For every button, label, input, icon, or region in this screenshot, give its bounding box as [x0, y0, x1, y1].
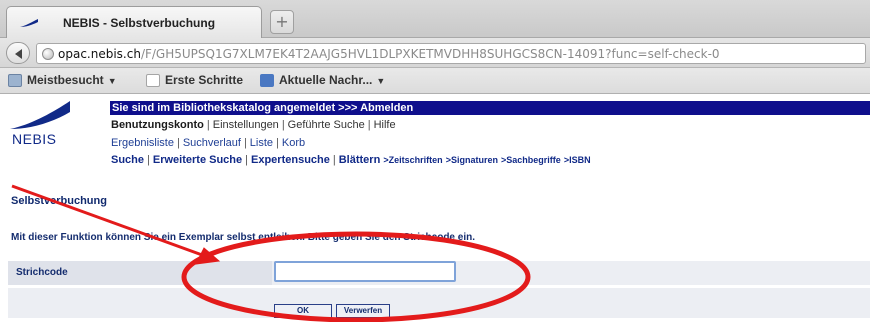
url-host: opac.nebis.ch: [58, 47, 141, 61]
menu-suchverlauf[interactable]: Suchverlauf: [183, 137, 241, 149]
new-tab-button[interactable]: +: [270, 10, 294, 34]
ok-button[interactable]: OK: [274, 304, 332, 318]
cancel-button[interactable]: Verwerfen: [336, 304, 390, 318]
menu-blaettern[interactable]: Blättern: [339, 154, 381, 166]
menu-liste[interactable]: Liste: [250, 137, 273, 149]
menu-benutzungskonto[interactable]: Benutzungskonto: [111, 119, 204, 131]
results-menu: Ergebnisliste | Suchverlauf | Liste | Korb: [111, 137, 306, 149]
page-title: Selbstverbuchung: [11, 195, 107, 207]
search-menu: Suche | Erweiterte Suche | Expertensuche | Blä…: [111, 154, 591, 166]
menu-gefuehrte-suche[interactable]: Geführte Suche: [288, 119, 365, 131]
browser-tabstrip: NEBIS - Selbstverbuchung +: [0, 0, 870, 38]
chevron-down-icon: ▼: [107, 76, 117, 86]
bookmark-label: Erste Schritte: [165, 73, 244, 87]
nebis-logo-icon: [10, 101, 70, 129]
barcode-input[interactable]: [274, 261, 456, 282]
bookmarks-bar: Meistbesucht ▼ Erste Schritte Aktuelle Na…: [0, 68, 870, 94]
tab-title: NEBIS - Selbstverbuchung: [63, 16, 216, 30]
folder-icon: [8, 74, 22, 87]
back-button[interactable]: [6, 42, 30, 64]
login-notice[interactable]: Sie sind im Bibliothekskatalog angemelde…: [110, 101, 870, 115]
menu-einstellungen[interactable]: Einstellungen: [213, 119, 279, 131]
nebis-favicon-icon: [20, 19, 38, 27]
browse-isbn[interactable]: >ISBN: [564, 155, 591, 165]
feed-icon: [260, 74, 274, 87]
page-content: NEBIS Sie sind im Bibliothekskatalog ang…: [0, 95, 870, 322]
back-arrow-icon: [15, 49, 22, 59]
menu-expertensuche[interactable]: Expertensuche: [251, 154, 330, 166]
menu-erweiterte-suche[interactable]: Erweiterte Suche: [153, 154, 242, 166]
browser-tab[interactable]: NEBIS - Selbstverbuchung: [6, 6, 262, 38]
menu-korb[interactable]: Korb: [282, 137, 305, 149]
browser-navbar: opac.nebis.ch/F/GH5UPSQ1G7XLM7EK4T2AAJG5…: [0, 38, 870, 68]
nebis-logo-text: NEBIS: [12, 131, 57, 147]
url-bar[interactable]: opac.nebis.ch/F/GH5UPSQ1G7XLM7EK4T2AAJG5…: [36, 43, 866, 64]
url-path: /F/GH5UPSQ1G7XLM7EK4T2AAJG5HVL1DLPXKETMV…: [140, 47, 720, 61]
menu-ergebnisliste[interactable]: Ergebnisliste: [111, 137, 174, 149]
button-row: [8, 288, 870, 318]
browse-sachbegriffe[interactable]: >Sachbegriffe: [501, 155, 561, 165]
browse-zeitschriften[interactable]: >Zeitschriften: [383, 155, 442, 165]
bookmark-erste-schritte[interactable]: Erste Schritte: [146, 73, 243, 87]
bookmark-label: Meistbesucht: [27, 73, 104, 87]
menu-hilfe[interactable]: Hilfe: [374, 119, 396, 131]
bookmark-aktuelle-nachrichten[interactable]: Aktuelle Nachr... ▼: [260, 73, 385, 87]
browse-signaturen[interactable]: >Signaturen: [446, 155, 498, 165]
instruction-text: Mit dieser Funktion können Sie ein Exemp…: [11, 232, 475, 243]
menu-suche[interactable]: Suche: [111, 154, 144, 166]
bookmark-label: Aktuelle Nachr...: [279, 73, 373, 87]
account-menu: Benutzungskonto | Einstellungen | Geführte S…: [111, 119, 396, 131]
chevron-down-icon: ▼: [376, 76, 386, 86]
page-icon: [146, 74, 160, 87]
globe-icon: [42, 48, 54, 60]
url-text: opac.nebis.ch/F/GH5UPSQ1G7XLM7EK4T2AAJG5…: [58, 47, 720, 61]
barcode-label: Strichcode: [16, 267, 68, 278]
bookmark-meistbesucht[interactable]: Meistbesucht ▼: [8, 73, 117, 87]
